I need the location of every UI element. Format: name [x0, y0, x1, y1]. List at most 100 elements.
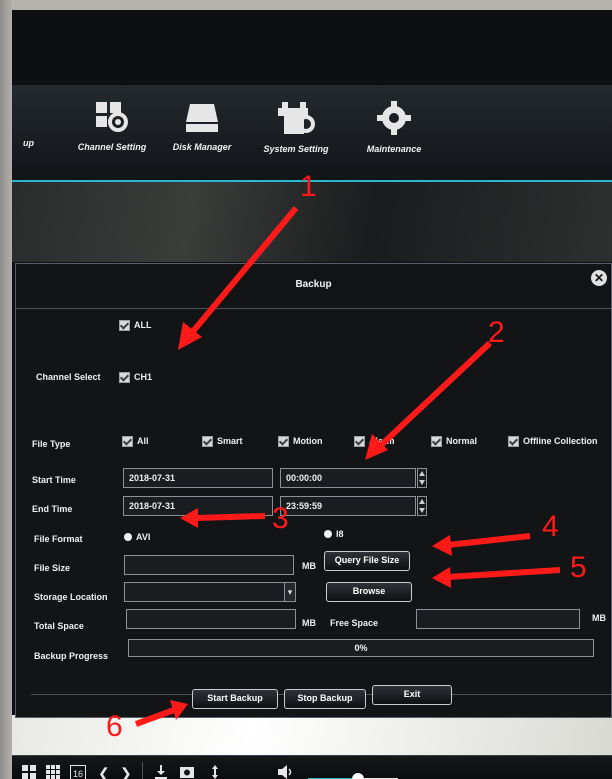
- start-time-field[interactable]: 00:00:00: [280, 468, 416, 488]
- free-space-unit: MB: [592, 613, 606, 623]
- total-space-label: Total Space: [34, 621, 84, 631]
- end-time-field[interactable]: 23:59:59: [280, 496, 416, 516]
- menu-item-backup[interactable]: up: [12, 100, 34, 148]
- radio-dot: [324, 530, 332, 538]
- file-format-label: File Format: [34, 534, 83, 544]
- channel-ch1-checkbox[interactable]: CH1: [119, 371, 152, 383]
- channel-all-checkbox[interactable]: ALL: [119, 319, 152, 331]
- menu-label: System Setting: [263, 144, 329, 154]
- checkbox-label: CH1: [134, 372, 153, 382]
- partial-backup-icon: [12, 100, 16, 130]
- storage-location-select[interactable]: [124, 582, 286, 602]
- checkbox-label: All: [137, 436, 149, 446]
- backup-progress-label: Backup Progress: [34, 651, 109, 661]
- checkbox-box: [508, 435, 519, 447]
- channel-setting-icon: [96, 102, 128, 132]
- file-type-alarm-checkbox[interactable]: Alarm: [354, 435, 395, 447]
- disk-manager-icon: [186, 104, 218, 132]
- monitor-screen: up Channel Setting Disk Manager System S…: [12, 10, 612, 779]
- channel-select-label: Channel Select: [36, 372, 101, 382]
- file-type-motion-checkbox[interactable]: Motion: [278, 435, 323, 447]
- chevron-right-icon[interactable]: ❯: [120, 766, 132, 779]
- annotation-number-1: 1: [300, 170, 317, 203]
- radio-label: I8: [336, 529, 344, 539]
- total-space-field: [126, 609, 296, 629]
- maintenance-gear-icon: [377, 101, 411, 135]
- menu-item-disk-manager[interactable]: Disk Manager: [152, 100, 252, 152]
- file-type-all-checkbox[interactable]: All: [122, 435, 149, 447]
- ptz-icon[interactable]: [208, 765, 222, 779]
- file-type-label: File Type: [32, 439, 71, 449]
- backup-progress-bar: 0%: [128, 639, 594, 657]
- checkbox-label: Offline Collection: [523, 436, 598, 446]
- radio-dot: [124, 533, 132, 541]
- download-icon[interactable]: [154, 765, 168, 779]
- browse-button[interactable]: Browse: [326, 582, 412, 602]
- annotation-number-2: 2: [488, 316, 505, 349]
- start-time-stepper[interactable]: [417, 468, 427, 488]
- menu-item-channel-setting[interactable]: Channel Setting: [62, 100, 162, 152]
- checkbox-box: [431, 435, 442, 447]
- file-type-smart-checkbox[interactable]: Smart: [202, 435, 243, 447]
- file-size-label: File Size: [34, 563, 71, 573]
- start-date-field[interactable]: 2018-07-31: [123, 468, 273, 488]
- menu-item-system-setting[interactable]: System Setting: [246, 100, 346, 154]
- start-time-label: Start Time: [32, 475, 76, 485]
- file-size-field: [124, 555, 294, 575]
- file-type-offline-collection-checkbox[interactable]: Offline Collection: [508, 435, 598, 447]
- annotation-number-6: 6: [106, 710, 123, 743]
- layout-9-icon[interactable]: [46, 765, 60, 779]
- free-space-field: [416, 609, 580, 629]
- checkbox-box: [119, 319, 130, 331]
- layout-4-icon[interactable]: [22, 765, 36, 779]
- annotation-number-4: 4: [542, 510, 559, 543]
- checkbox-box: [202, 435, 213, 447]
- volume-slider-handle[interactable]: [351, 773, 364, 779]
- file-type-normal-checkbox[interactable]: Normal: [431, 435, 477, 447]
- progress-percent: 0%: [354, 643, 368, 653]
- backup-dialog: Backup ✕ ALL Channel Select CH1 File Typ…: [15, 263, 612, 718]
- storage-location-label: Storage Location: [34, 592, 108, 602]
- end-time-stepper[interactable]: [417, 496, 427, 516]
- query-file-size-button[interactable]: Query File Size: [324, 551, 410, 571]
- dialog-title: Backup: [295, 279, 332, 290]
- file-size-unit: MB: [302, 561, 316, 571]
- title-divider: [16, 308, 611, 309]
- file-format-i8-radio[interactable]: I8: [324, 528, 344, 540]
- total-space-unit: MB: [302, 618, 316, 628]
- live-view-background-bottom: [12, 715, 612, 755]
- volume-icon[interactable]: [278, 765, 294, 779]
- exit-button[interactable]: Exit: [372, 685, 452, 705]
- checkbox-box: [354, 435, 365, 447]
- checkbox-label: Smart: [217, 436, 243, 446]
- main-menu-bar: up Channel Setting Disk Manager System S…: [12, 85, 612, 182]
- system-setting-icon: [278, 102, 315, 134]
- menu-label: Channel Setting: [77, 142, 147, 152]
- checkbox-box: [119, 371, 130, 383]
- menu-label: up: [23, 138, 34, 148]
- chevron-down-icon[interactable]: ▾: [284, 582, 296, 602]
- checkbox-box: [278, 435, 289, 447]
- toolbar-divider: [142, 762, 143, 779]
- layout-16-icon[interactable]: 16: [70, 765, 87, 779]
- camera-snapshot-icon[interactable]: [180, 765, 194, 779]
- photo-scene: up Channel Setting Disk Manager System S…: [0, 0, 612, 779]
- menu-item-maintenance[interactable]: Maintenance: [344, 100, 444, 154]
- menu-label: Maintenance: [366, 144, 422, 154]
- checkbox-box: [122, 435, 133, 447]
- close-icon[interactable]: ✕: [591, 270, 607, 286]
- free-space-label: Free Space: [330, 618, 379, 628]
- stop-backup-button[interactable]: Stop Backup: [284, 689, 366, 709]
- start-backup-button[interactable]: Start Backup: [192, 689, 278, 709]
- end-time-label: End Time: [32, 504, 73, 514]
- end-date-field[interactable]: 2018-07-31: [123, 496, 273, 516]
- checkbox-label: ALL: [134, 320, 152, 330]
- menu-label: Disk Manager: [172, 142, 232, 152]
- radio-label: AVI: [136, 532, 151, 542]
- checkbox-label: Alarm: [369, 436, 395, 446]
- chevron-left-icon[interactable]: ❮: [98, 766, 110, 779]
- bottom-toolbar: 16 ❮ ❯: [12, 755, 612, 779]
- annotation-number-5: 5: [570, 551, 587, 584]
- file-format-avi-radio[interactable]: AVI: [124, 531, 150, 543]
- checkbox-label: Normal: [446, 436, 478, 446]
